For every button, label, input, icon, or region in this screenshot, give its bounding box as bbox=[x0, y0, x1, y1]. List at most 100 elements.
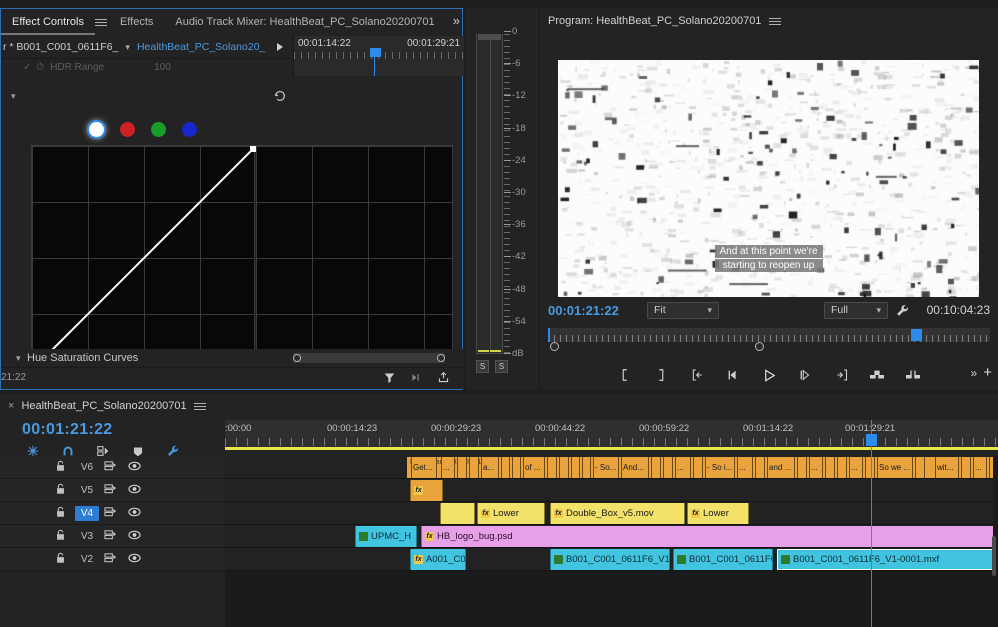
caption-clip[interactable] bbox=[457, 457, 467, 478]
curve-editor-graph[interactable] bbox=[31, 145, 255, 369]
go-to-out-icon[interactable] bbox=[833, 367, 849, 383]
track-lane-v2[interactable]: fxA001_C00B001_C001_0611F6_V1-0B001_C001… bbox=[225, 548, 998, 571]
sync-lock-icon[interactable] bbox=[104, 460, 117, 475]
track-header-v2[interactable]: V2 bbox=[0, 548, 225, 571]
track-target-v5[interactable]: V5 bbox=[75, 483, 99, 498]
timeline-clip[interactable]: fxHB_logo_bug.psd bbox=[421, 526, 998, 547]
scrub-playhead[interactable] bbox=[911, 329, 922, 341]
caption-clip[interactable] bbox=[512, 457, 521, 478]
timeline-playhead-timecode[interactable]: 00:01:21:22 bbox=[22, 421, 112, 439]
caption-clip[interactable]: ... bbox=[737, 457, 753, 478]
timeline-vertical-scrollbar[interactable] bbox=[992, 536, 996, 576]
caption-clip[interactable] bbox=[559, 457, 569, 478]
caption-clip[interactable] bbox=[571, 457, 580, 478]
track-lane-v4[interactable]: fxLowerfxDouble_Box_v5.movfxLower bbox=[225, 502, 998, 525]
solo-button-left[interactable]: S bbox=[476, 360, 489, 373]
program-monitor-scrub-bar[interactable] bbox=[548, 328, 990, 350]
timeline-ruler[interactable]: :00:0000:00:14:2300:00:29:2300:00:44:220… bbox=[225, 420, 998, 450]
scrub-track[interactable] bbox=[548, 328, 990, 342]
timeline-track-area[interactable]: PC_Solano20200701.srtGet......a...of ...… bbox=[225, 456, 998, 627]
timeline-clip[interactable]: fxLower bbox=[477, 503, 545, 524]
caption-clip[interactable] bbox=[837, 457, 847, 478]
caption-clip[interactable] bbox=[915, 457, 925, 478]
button-editor-add-icon[interactable]: + bbox=[983, 364, 992, 381]
timeline-clip[interactable] bbox=[440, 503, 475, 524]
track-lock-icon[interactable] bbox=[55, 529, 66, 544]
track-visibility-icon[interactable] bbox=[128, 484, 141, 497]
timeline-clip[interactable]: B001_C001_0611F6_V1-0 bbox=[550, 549, 670, 570]
mini-timeline-playhead[interactable] bbox=[370, 48, 381, 57]
sync-lock-icon[interactable] bbox=[104, 483, 117, 498]
blue-channel-dot[interactable] bbox=[182, 122, 197, 137]
caption-clip[interactable]: and ... bbox=[767, 457, 795, 478]
caption-clip[interactable]: ... bbox=[809, 457, 823, 478]
horizontal-scrollbar[interactable] bbox=[293, 353, 445, 363]
track-target-v4[interactable]: V4 bbox=[75, 506, 99, 521]
caption-clip[interactable] bbox=[797, 457, 807, 478]
play-icon[interactable] bbox=[277, 43, 283, 51]
timeline-clip[interactable]: fxA001_C00 bbox=[410, 549, 466, 570]
chevron-double-right-icon[interactable]: » bbox=[453, 13, 458, 28]
caption-clip[interactable]: ... bbox=[675, 457, 691, 478]
resolution-dropdown[interactable]: Full ▾ bbox=[824, 302, 888, 319]
track-lane-v6[interactable]: PC_Solano20200701.srtGet......a...of ...… bbox=[225, 456, 998, 479]
track-visibility-icon[interactable] bbox=[128, 461, 141, 474]
close-icon[interactable]: × bbox=[8, 400, 14, 412]
caption-clip[interactable]: ... bbox=[441, 457, 455, 478]
go-to-in-icon[interactable] bbox=[689, 367, 705, 383]
stopwatch-icon[interactable]: ⏱ bbox=[36, 62, 44, 73]
caption-clip[interactable]: - So... bbox=[593, 457, 619, 478]
timeline-menu-icon[interactable] bbox=[194, 393, 208, 419]
master-channel-dot[interactable] bbox=[89, 122, 104, 137]
caption-clip[interactable]: ... bbox=[849, 457, 863, 478]
export-icon[interactable] bbox=[437, 371, 450, 384]
chevron-double-right-icon[interactable]: » bbox=[971, 366, 976, 380]
sync-lock-icon[interactable] bbox=[104, 506, 117, 521]
caption-clip[interactable] bbox=[469, 457, 479, 478]
caption-clip[interactable] bbox=[755, 457, 765, 478]
step-back-icon[interactable] bbox=[725, 367, 741, 383]
chevron-down-icon[interactable]: ▾ bbox=[125, 42, 130, 53]
timeline-clip[interactable]: B001_C001_0611F6 bbox=[673, 549, 773, 570]
track-header-v3[interactable]: V3 bbox=[0, 525, 225, 548]
caption-clip[interactable] bbox=[825, 457, 835, 478]
red-channel-dot[interactable] bbox=[120, 122, 135, 137]
caption-clip[interactable]: ... bbox=[973, 457, 987, 478]
caption-clip[interactable]: Get... bbox=[411, 457, 437, 478]
sync-lock-icon[interactable] bbox=[104, 529, 117, 544]
step-forward-icon[interactable] bbox=[797, 367, 813, 383]
extract-icon[interactable] bbox=[905, 367, 921, 383]
track-visibility-icon[interactable] bbox=[128, 553, 141, 566]
work-area-bar[interactable] bbox=[225, 447, 998, 450]
caption-clip[interactable]: of ... bbox=[523, 457, 545, 478]
track-lock-icon[interactable] bbox=[55, 552, 66, 567]
track-visibility-icon[interactable] bbox=[128, 530, 141, 543]
curve-editor-graph-extension[interactable] bbox=[256, 145, 453, 369]
timeline-clip[interactable]: fxLower bbox=[687, 503, 749, 524]
sequence-name-label[interactable]: HealthBeat_PC_Solano20_ bbox=[137, 41, 265, 53]
track-target-v3[interactable]: V3 bbox=[75, 529, 99, 544]
mark-in-icon[interactable] bbox=[617, 367, 633, 383]
filter-icon[interactable] bbox=[383, 371, 396, 384]
timeline-clip[interactable]: fxDouble_Box_v5.mov bbox=[550, 503, 685, 524]
sync-lock-icon[interactable] bbox=[104, 552, 117, 567]
tab-effects[interactable]: Effects bbox=[109, 9, 164, 35]
timeline-clip[interactable]: B001_C001_0611F6_V1-0001.mxf bbox=[777, 549, 998, 570]
checkbox-icon[interactable]: ✓ bbox=[23, 62, 31, 73]
track-header-v5[interactable]: V5 bbox=[0, 479, 225, 502]
scrollbar-right-handle[interactable] bbox=[437, 354, 445, 362]
timeline-clip[interactable]: UPMC_H bbox=[355, 526, 417, 547]
keyframe-nav-icon[interactable] bbox=[410, 371, 423, 384]
track-lock-icon[interactable] bbox=[55, 483, 66, 498]
tab-audio-track-mixer[interactable]: Audio Track Mixer: HealthBeat_PC_Solano2… bbox=[164, 9, 445, 35]
audio-level-meter[interactable] bbox=[476, 34, 503, 354]
video-frame[interactable] bbox=[558, 60, 979, 297]
track-header-v6[interactable]: V6 bbox=[0, 456, 225, 479]
caption-clip[interactable] bbox=[865, 457, 875, 478]
zoom-handle-left[interactable] bbox=[550, 342, 559, 351]
caption-clip[interactable] bbox=[651, 457, 661, 478]
caption-clip[interactable] bbox=[961, 457, 971, 478]
program-monitor-video-area[interactable]: And at this point we're starting to reop… bbox=[558, 60, 979, 297]
hdr-range-value[interactable]: 100 bbox=[154, 62, 171, 73]
caption-clip[interactable] bbox=[547, 457, 557, 478]
